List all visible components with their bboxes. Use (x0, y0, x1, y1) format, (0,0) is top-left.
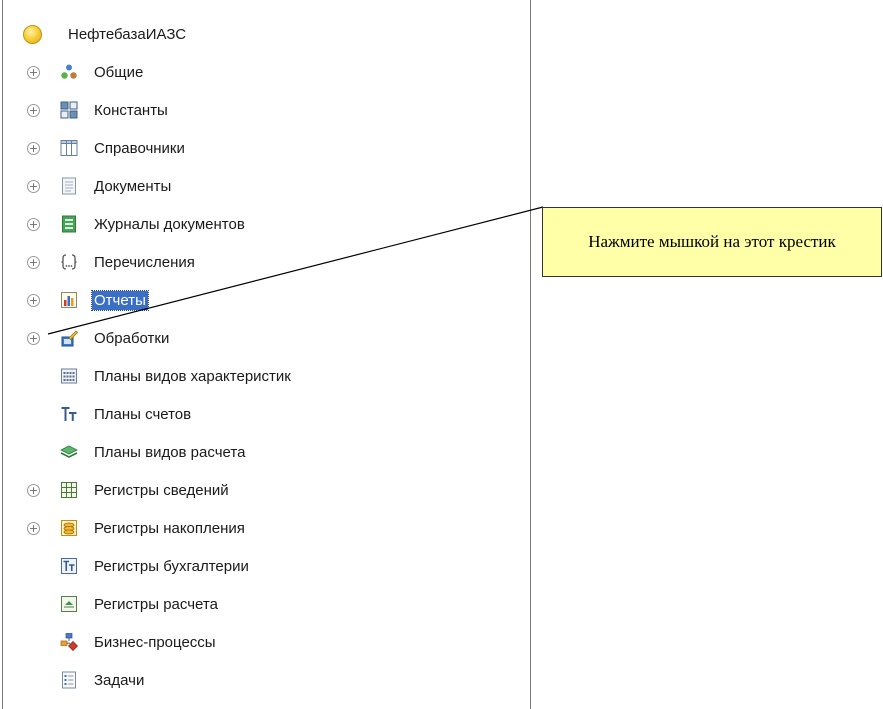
callout-pointer-line (47, 206, 544, 335)
callout-text: Нажмите мышкой на этот крестик (588, 232, 836, 251)
instruction-callout: Нажмите мышкой на этот крестик (542, 207, 882, 277)
